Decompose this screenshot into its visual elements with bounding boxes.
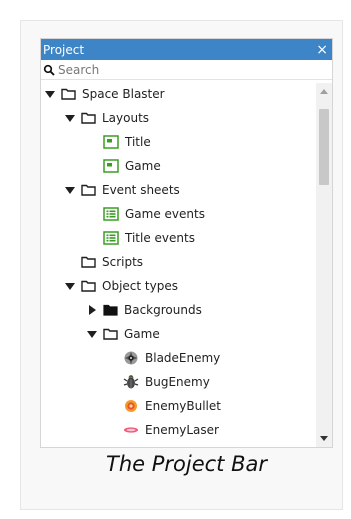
tree-item-label: EnemyLaser [145, 423, 219, 437]
tree-item-label: BugEnemy [145, 375, 210, 389]
tree-item-label: Layouts [102, 111, 150, 125]
layout-icon [103, 135, 119, 149]
tree-item-layout-game[interactable]: Game [103, 155, 161, 177]
triangle-down-icon[interactable] [65, 185, 75, 195]
event-sheet-icon [103, 231, 119, 245]
triangle-down-icon[interactable] [65, 113, 75, 123]
tree-item-label: Game events [125, 207, 205, 221]
project-bar-titlebar: Project × [41, 39, 332, 60]
search-icon [43, 64, 55, 76]
tree-item-label: Event sheets [102, 183, 180, 197]
tree-item-enemy-bullet[interactable]: EnemyBullet [123, 395, 221, 417]
tree-item-label: Backgrounds [124, 303, 202, 317]
tree-item-scripts-folder[interactable]: Scripts [81, 251, 143, 273]
scrollbar-thumb[interactable] [319, 109, 329, 185]
triangle-right-icon[interactable] [87, 305, 97, 315]
bug-enemy-icon [123, 375, 139, 389]
layout-icon [103, 159, 119, 173]
scroll-up-arrow-icon[interactable] [316, 83, 332, 99]
tree-item-backgrounds-folder[interactable]: Backgrounds [87, 299, 202, 321]
project-bar: Project × Space Blaster Layouts Title [40, 38, 333, 448]
folder-outline-icon [81, 280, 96, 292]
triangle-down-icon[interactable] [65, 281, 75, 291]
folder-outline-icon [61, 88, 76, 100]
project-bar-title: Project [43, 42, 85, 57]
tree-item-game-folder[interactable]: Game [87, 323, 160, 345]
enemy-laser-icon [124, 427, 138, 433]
triangle-down-icon[interactable] [87, 329, 97, 339]
tree-item-event-sheets-folder[interactable]: Event sheets [65, 179, 180, 201]
tree-item-label: Title events [125, 231, 195, 245]
tree-item-event-sheet-game[interactable]: Game events [103, 203, 205, 225]
tree-item-enemy-laser[interactable]: EnemyLaser [123, 419, 219, 441]
event-sheet-icon [103, 207, 119, 221]
tree-item-label: Title [125, 135, 151, 149]
search-bar [41, 60, 332, 80]
tree-item-layouts-folder[interactable]: Layouts [65, 107, 149, 129]
tree-item-label: Object types [102, 279, 178, 293]
blade-enemy-icon [124, 351, 138, 365]
figure-caption: The Project Bar [106, 452, 267, 476]
tree-item-label: EnemyBullet [145, 399, 221, 413]
triangle-down-icon[interactable] [45, 89, 55, 99]
folder-outline-icon [81, 256, 96, 268]
folder-outline-icon [81, 112, 96, 124]
scroll-down-arrow-icon[interactable] [316, 431, 332, 447]
tree-item-event-sheet-title[interactable]: Title events [103, 227, 195, 249]
tree-item-label: Game [124, 327, 160, 341]
tree-item-label: Scripts [102, 255, 144, 269]
tree-item-label: BladeEnemy [145, 351, 221, 365]
enemy-bullet-icon [125, 400, 137, 412]
tree-item-label: Space Blaster [82, 87, 165, 101]
tree-item-space-blaster[interactable]: Space Blaster [45, 83, 165, 105]
search-input[interactable] [55, 62, 258, 77]
folder-outline-icon [103, 328, 118, 340]
tree-item-label: Game [125, 159, 161, 173]
vertical-scrollbar[interactable] [316, 83, 332, 447]
tree-item-object-types-folder[interactable]: Object types [65, 275, 178, 297]
tree-item-blade-enemy[interactable]: BladeEnemy [123, 347, 220, 369]
folder-outline-icon [81, 184, 96, 196]
folder-filled-icon [103, 304, 118, 316]
tree-item-layout-title[interactable]: Title [103, 131, 151, 153]
close-icon[interactable]: × [316, 43, 328, 57]
project-tree: Space Blaster Layouts Title Game Event s… [41, 83, 314, 447]
tree-item-bug-enemy[interactable]: BugEnemy [123, 371, 210, 393]
